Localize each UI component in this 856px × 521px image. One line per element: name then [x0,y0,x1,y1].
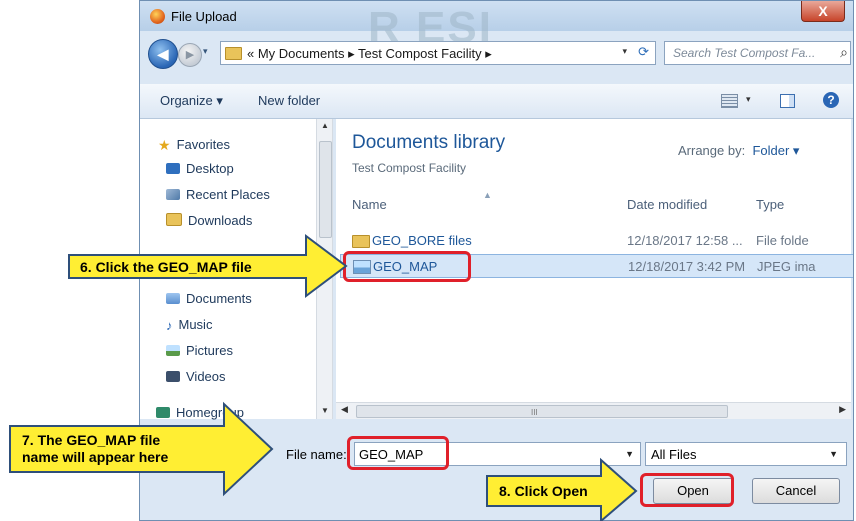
callout-step8: 8. Click Open [499,483,588,499]
callout-step7-line1: 7. The GEO_MAP file [22,432,161,448]
callout-step6: 6. Click the GEO_MAP file [80,259,252,275]
callout-step7-line2: name will appear here [22,449,169,465]
